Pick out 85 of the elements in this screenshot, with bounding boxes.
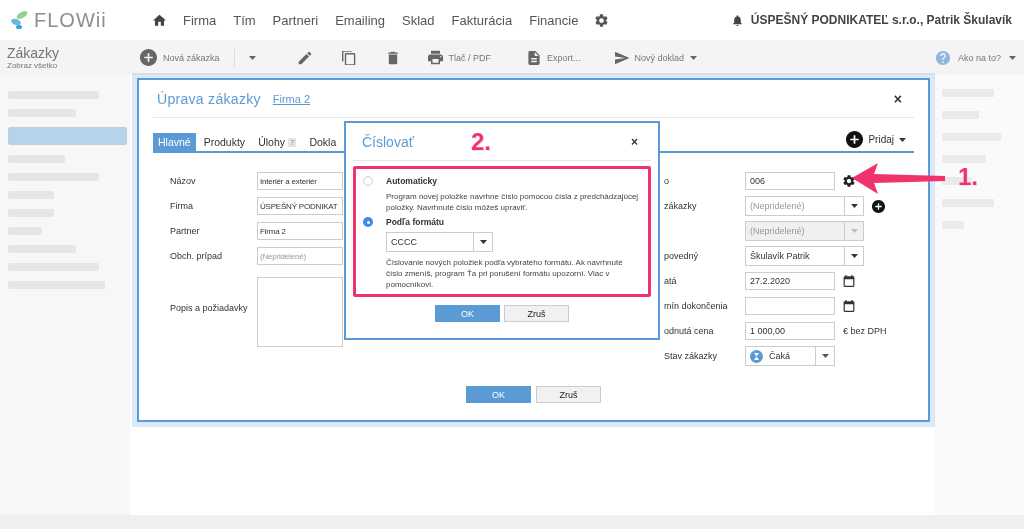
print-icon: [427, 50, 443, 65]
input-field[interactable]: 27.2.2020: [745, 272, 835, 290]
field-label: Popis a požiadavky: [170, 303, 249, 313]
dialog-title: Úprava zákazky: [157, 90, 261, 107]
section-title: Zákazky: [7, 45, 61, 61]
settings-icon[interactable]: [843, 175, 855, 187]
format-select[interactable]: CCCC: [386, 232, 493, 252]
help-link[interactable]: Ako na to?: [957, 52, 1001, 63]
step-annotation: 2.: [470, 127, 491, 156]
input-field[interactable]: 006: [745, 172, 835, 190]
settings-icon[interactable]: [595, 13, 609, 27]
nav-link[interactable]: Tím: [233, 12, 256, 28]
home-icon[interactable]: [153, 13, 166, 27]
field-label: povedný: [664, 251, 700, 261]
close-button[interactable]: ×: [631, 134, 638, 149]
add-icon[interactable]: [872, 199, 885, 213]
caret-icon: [690, 55, 698, 60]
cancel-button[interactable]: Zruš: [504, 305, 569, 322]
logo-icon: [10, 9, 30, 31]
bell-icon[interactable]: [731, 14, 743, 26]
cancel-button[interactable]: Zruš: [536, 386, 601, 403]
tab[interactable]: Úlohy 7: [253, 133, 302, 151]
field-label: Názov: [170, 176, 197, 186]
add-icon: [140, 49, 157, 66]
field-label: Firma: [170, 201, 194, 211]
field-label: Obch. prípad: [170, 251, 224, 261]
status-select[interactable]: Čaká: [745, 346, 835, 366]
caret-icon: [850, 204, 858, 208]
send-icon: [614, 50, 629, 65]
caret-icon: [850, 254, 858, 258]
caret-icon: [479, 240, 487, 244]
logo-text: FLOWii: [34, 8, 107, 32]
caret-icon: [1009, 55, 1016, 60]
tab[interactable]: Produkty: [198, 133, 251, 151]
add-icon: [846, 131, 864, 148]
caret-icon: [248, 55, 256, 60]
input-field[interactable]: 1 000,00: [745, 322, 835, 340]
delete-icon[interactable]: [385, 50, 400, 65]
export-button[interactable]: Export...: [527, 50, 581, 65]
section-subtitle[interactable]: Zobraz všetko: [7, 60, 140, 70]
caret-icon: [821, 354, 829, 358]
input-field[interactable]: ÚSPEŠNÝ PODNIKAT: [257, 197, 343, 215]
caret-icon: [899, 137, 906, 142]
nav-link[interactable]: Sklad: [402, 12, 435, 28]
field-label: odnutá cena: [664, 326, 715, 336]
nav-link[interactable]: Partneri: [272, 12, 319, 28]
radio-button[interactable]: [363, 217, 373, 227]
edit-icon[interactable]: [297, 50, 312, 65]
option-description: Číslovanie nových položiek podľa vybratého formátu. Ak navrhnuté číslo zmeníš, program Ťa pri porušení formátu upozorní. Viac v pomocníkovi.: [386, 257, 624, 290]
radio-button[interactable]: [363, 176, 373, 186]
step-annotation: 1.: [958, 163, 978, 191]
tab[interactable]: Dokla: [304, 133, 342, 151]
field-label: Stav zákazky: [664, 351, 719, 361]
dialog-title: Číslovať: [362, 133, 414, 150]
input-field[interactable]: Firma 2: [257, 222, 343, 240]
count-badge: 7: [288, 137, 297, 147]
close-button[interactable]: ×: [893, 90, 902, 107]
calendar-icon[interactable]: [843, 300, 855, 312]
currency-suffix: € bez DPH: [843, 326, 887, 336]
new-document-button[interactable]: Nový doklad: [614, 50, 698, 65]
field-label: mín dokončenia: [664, 301, 729, 311]
add-button[interactable]: Pridaj: [846, 131, 906, 148]
nav-link[interactable]: Emailing: [335, 12, 385, 28]
select-field[interactable]: Škulavík Patrik: [745, 246, 864, 266]
field-label: o: [664, 176, 670, 186]
document-icon: [527, 50, 542, 65]
new-order-button[interactable]: Nová zákazka: [140, 49, 220, 66]
nav-link[interactable]: Fakturácia: [451, 12, 513, 28]
option-label[interactable]: Podľa formátu: [386, 217, 640, 227]
print-button[interactable]: Tlač / PDF: [427, 50, 492, 65]
input-field[interactable]: [745, 297, 835, 315]
calendar-icon[interactable]: [843, 275, 855, 287]
textarea-field[interactable]: [257, 277, 343, 347]
nav-link[interactable]: Firma: [183, 12, 217, 28]
hourglass-icon: [750, 349, 763, 363]
option-label[interactable]: Automaticky: [386, 176, 640, 186]
account-name[interactable]: ÚSPEŠNÝ PODNIKATEĽ s.r.o., Patrik Škulavík: [750, 13, 1012, 27]
copy-icon[interactable]: [341, 50, 356, 65]
field-label: atá: [664, 276, 678, 286]
field-label: zákazky: [664, 201, 698, 211]
nav-link[interactable]: Financie: [529, 12, 579, 28]
input-field[interactable]: Interiér a exteriér: [257, 172, 343, 190]
field-label: Partner: [170, 226, 201, 236]
caret-icon: [850, 229, 858, 233]
option-description: Program novej položke navrhne číslo pomocou čísla z predchádzajúcej položky. Navrhnuté číslo môžeš upraviť.: [386, 191, 640, 213]
